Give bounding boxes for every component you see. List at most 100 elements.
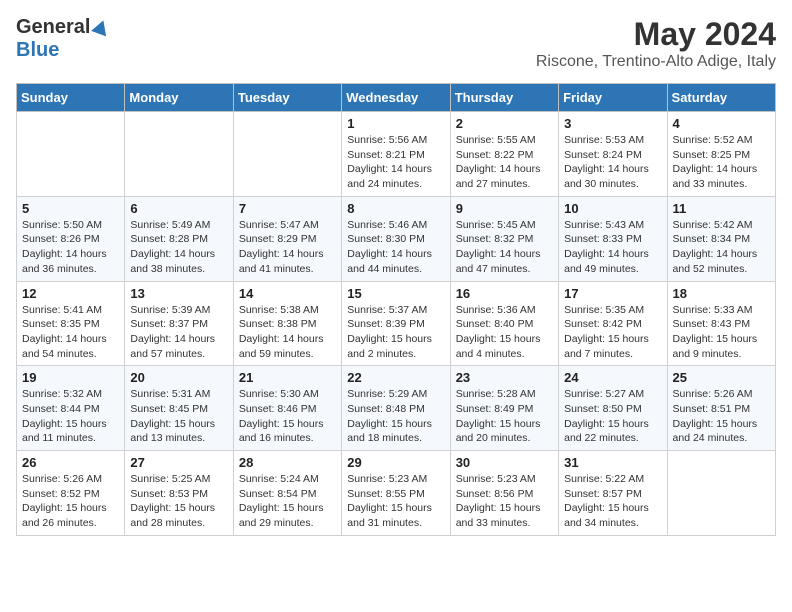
calendar-cell — [667, 451, 775, 536]
day-detail: Sunrise: 5:53 AMSunset: 8:24 PMDaylight:… — [564, 133, 661, 192]
calendar-cell: 14 Sunrise: 5:38 AMSunset: 8:38 PMDayligh… — [233, 281, 341, 366]
day-detail: Sunrise: 5:26 AMSunset: 8:52 PMDaylight:… — [22, 472, 119, 531]
day-detail: Sunrise: 5:56 AMSunset: 8:21 PMDaylight:… — [347, 133, 444, 192]
col-wednesday: Wednesday — [342, 84, 450, 112]
col-sunday: Sunday — [17, 84, 125, 112]
month-title: May 2024 — [536, 16, 776, 53]
calendar-week-4: 19Sunrise: 5:32 AMSunset: 8:44 PMDayligh… — [17, 366, 776, 451]
col-tuesday: Tuesday — [233, 84, 341, 112]
col-monday: Monday — [125, 84, 233, 112]
day-number: 21 — [239, 370, 336, 385]
day-detail: Sunrise: 5:37 AMSunset: 8:39 PMDaylight:… — [347, 303, 444, 362]
day-detail: Sunrise: 5:42 AMSunset: 8:34 PMDaylight:… — [673, 218, 770, 277]
calendar-week-5: 26 Sunrise: 5:26 AMSunset: 8:52 PMDayligh… — [17, 451, 776, 536]
day-number: 1 — [347, 116, 444, 131]
calendar-cell: 22Sunrise: 5:29 AMSunset: 8:48 PMDayligh… — [342, 366, 450, 451]
logo-triangle-icon — [92, 17, 112, 36]
day-detail: Sunrise: 5:33 AMSunset: 8:43 PMDaylight:… — [673, 303, 770, 362]
day-number: 4 — [673, 116, 770, 131]
calendar-cell: 27Sunrise: 5:25 AMSunset: 8:53 PMDayligh… — [125, 451, 233, 536]
header-row: Sunday Monday Tuesday Wednesday Thursday… — [17, 84, 776, 112]
day-detail: Sunrise: 5:30 AMSunset: 8:46 PMDaylight:… — [239, 387, 336, 446]
day-detail: Sunrise: 5:45 AMSunset: 8:32 PMDaylight:… — [456, 218, 553, 277]
day-number: 5 — [22, 201, 119, 216]
day-detail: Sunrise: 5:36 AMSunset: 8:40 PMDaylight:… — [456, 303, 553, 362]
calendar-cell: 25 Sunrise: 5:26 AMSunset: 8:51 PMDayligh… — [667, 366, 775, 451]
day-detail: Sunrise: 5:47 AMSunset: 8:29 PMDaylight:… — [239, 218, 336, 277]
calendar-cell: 2 Sunrise: 5:55 AMSunset: 8:22 PMDaylight… — [450, 112, 558, 197]
day-number: 26 — [22, 455, 119, 470]
day-number: 2 — [456, 116, 553, 131]
day-number: 30 — [456, 455, 553, 470]
day-number: 25 — [673, 370, 770, 385]
calendar-cell: 13 Sunrise: 5:39 AMSunset: 8:37 PMDayligh… — [125, 281, 233, 366]
day-number: 3 — [564, 116, 661, 131]
calendar-week-2: 5Sunrise: 5:50 AMSunset: 8:26 PMDaylight… — [17, 196, 776, 281]
header: General Blue May 2024 Riscone, Trentino-… — [16, 16, 776, 71]
day-number: 12 — [22, 286, 119, 301]
day-number: 31 — [564, 455, 661, 470]
calendar-cell: 30 Sunrise: 5:23 AMSunset: 8:56 PMDayligh… — [450, 451, 558, 536]
day-detail: Sunrise: 5:55 AMSunset: 8:22 PMDaylight:… — [456, 133, 553, 192]
day-detail: Sunrise: 5:41 AMSunset: 8:35 PMDaylight:… — [22, 303, 119, 362]
day-number: 16 — [456, 286, 553, 301]
day-number: 22 — [347, 370, 444, 385]
calendar-cell: 6Sunrise: 5:49 AMSunset: 8:28 PMDaylight… — [125, 196, 233, 281]
col-thursday: Thursday — [450, 84, 558, 112]
day-number: 13 — [130, 286, 227, 301]
day-number: 29 — [347, 455, 444, 470]
day-number: 6 — [130, 201, 227, 216]
calendar-cell: 31 Sunrise: 5:22 AMSunset: 8:57 PMDayligh… — [559, 451, 667, 536]
day-detail: Sunrise: 5:22 AMSunset: 8:57 PMDaylight:… — [564, 472, 661, 531]
calendar-cell: 15Sunrise: 5:37 AMSunset: 8:39 PMDayligh… — [342, 281, 450, 366]
day-detail: Sunrise: 5:23 AMSunset: 8:56 PMDaylight:… — [456, 472, 553, 531]
calendar-cell: 3 Sunrise: 5:53 AMSunset: 8:24 PMDaylight… — [559, 112, 667, 197]
calendar-cell: 8Sunrise: 5:46 AMSunset: 8:30 PMDaylight… — [342, 196, 450, 281]
day-number: 11 — [673, 201, 770, 216]
day-detail: Sunrise: 5:52 AMSunset: 8:25 PMDaylight:… — [673, 133, 770, 192]
day-detail: Sunrise: 5:27 AMSunset: 8:50 PMDaylight:… — [564, 387, 661, 446]
calendar-cell — [17, 112, 125, 197]
calendar-cell: 17Sunrise: 5:35 AMSunset: 8:42 PMDayligh… — [559, 281, 667, 366]
col-saturday: Saturday — [667, 84, 775, 112]
day-number: 10 — [564, 201, 661, 216]
calendar-cell: 23Sunrise: 5:28 AMSunset: 8:49 PMDayligh… — [450, 366, 558, 451]
calendar-cell: 29Sunrise: 5:23 AMSunset: 8:55 PMDayligh… — [342, 451, 450, 536]
day-number: 28 — [239, 455, 336, 470]
day-detail: Sunrise: 5:39 AMSunset: 8:37 PMDaylight:… — [130, 303, 227, 362]
day-number: 17 — [564, 286, 661, 301]
calendar-cell: 10 Sunrise: 5:43 AMSunset: 8:33 PMDayligh… — [559, 196, 667, 281]
day-detail: Sunrise: 5:32 AMSunset: 8:44 PMDaylight:… — [22, 387, 119, 446]
title-area: May 2024 Riscone, Trentino-Alto Adige, I… — [536, 16, 776, 71]
day-detail: Sunrise: 5:43 AMSunset: 8:33 PMDaylight:… — [564, 218, 661, 277]
day-detail: Sunrise: 5:28 AMSunset: 8:49 PMDaylight:… — [456, 387, 553, 446]
day-number: 20 — [130, 370, 227, 385]
calendar-cell: 5Sunrise: 5:50 AMSunset: 8:26 PMDaylight… — [17, 196, 125, 281]
calendar-cell: 4 Sunrise: 5:52 AMSunset: 8:25 PMDaylight… — [667, 112, 775, 197]
calendar-table: Sunday Monday Tuesday Wednesday Thursday… — [16, 83, 776, 536]
day-number: 9 — [456, 201, 553, 216]
day-detail: Sunrise: 5:31 AMSunset: 8:45 PMDaylight:… — [130, 387, 227, 446]
day-detail: Sunrise: 5:25 AMSunset: 8:53 PMDaylight:… — [130, 472, 227, 531]
col-friday: Friday — [559, 84, 667, 112]
day-number: 7 — [239, 201, 336, 216]
calendar-cell: 18Sunrise: 5:33 AMSunset: 8:43 PMDayligh… — [667, 281, 775, 366]
day-detail: Sunrise: 5:26 AMSunset: 8:51 PMDaylight:… — [673, 387, 770, 446]
day-number: 8 — [347, 201, 444, 216]
calendar-cell: 21 Sunrise: 5:30 AMSunset: 8:46 PMDayligh… — [233, 366, 341, 451]
calendar-cell: 16 Sunrise: 5:36 AMSunset: 8:40 PMDayligh… — [450, 281, 558, 366]
logo-general-text: General — [16, 16, 90, 39]
calendar-cell: 20 Sunrise: 5:31 AMSunset: 8:45 PMDayligh… — [125, 366, 233, 451]
calendar-week-3: 12 Sunrise: 5:41 AMSunset: 8:35 PMDayligh… — [17, 281, 776, 366]
calendar-cell: 1 Sunrise: 5:56 AMSunset: 8:21 PMDaylight… — [342, 112, 450, 197]
calendar-week-1: 1 Sunrise: 5:56 AMSunset: 8:21 PMDaylight… — [17, 112, 776, 197]
calendar-cell: 11 Sunrise: 5:42 AMSunset: 8:34 PMDayligh… — [667, 196, 775, 281]
day-detail: Sunrise: 5:24 AMSunset: 8:54 PMDaylight:… — [239, 472, 336, 531]
calendar-cell: 28 Sunrise: 5:24 AMSunset: 8:54 PMDayligh… — [233, 451, 341, 536]
calendar-cell — [125, 112, 233, 197]
location-title: Riscone, Trentino-Alto Adige, Italy — [536, 53, 776, 71]
day-detail: Sunrise: 5:38 AMSunset: 8:38 PMDaylight:… — [239, 303, 336, 362]
day-number: 14 — [239, 286, 336, 301]
calendar-cell: 12 Sunrise: 5:41 AMSunset: 8:35 PMDayligh… — [17, 281, 125, 366]
logo-blue-text: Blue — [16, 39, 59, 61]
